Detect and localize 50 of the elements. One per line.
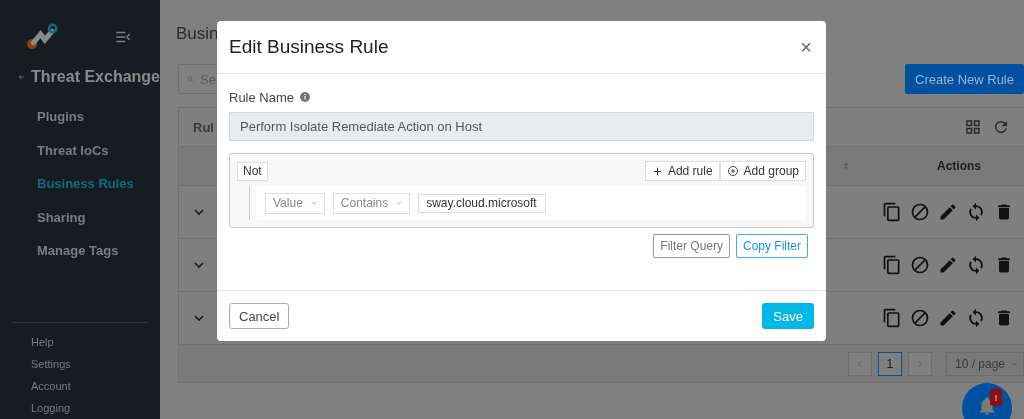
footer-link[interactable]: Settings [31,353,148,375]
plus-icon [651,165,663,177]
operator-select[interactable]: Contains [332,192,411,214]
field-label: Rule Name [229,89,295,105]
filter-query-button[interactable]: Filter Query [653,234,730,258]
pencil-icon[interactable] [938,308,958,328]
sync-icon[interactable] [966,202,986,222]
copy-icon[interactable] [882,308,902,328]
pencil-icon[interactable] [938,202,958,222]
cancel-button[interactable]: Cancel [229,303,290,329]
copy-icon[interactable] [882,202,902,222]
sync-icon[interactable] [966,308,986,328]
page-size-select[interactable]: 10 / page [945,351,1024,376]
close-button[interactable]: × [798,35,814,59]
copy-filter-button[interactable]: Copy Filter [736,234,808,258]
footer-link[interactable]: Logging [31,397,148,419]
notification-button[interactable] [962,383,1012,419]
sidebar-item[interactable]: Threat IoCs [0,133,160,167]
add-group-button[interactable]: Add group [719,161,806,181]
sidebar-item[interactable]: Plugins [0,100,160,134]
page-title: Busin [176,24,219,44]
column-header: Actions [937,159,981,173]
grid-icon[interactable] [964,118,982,136]
footer-link[interactable]: Account [31,375,148,397]
save-button[interactable]: Save [762,303,814,329]
ban-icon[interactable] [910,255,930,275]
column-header: Rul [193,119,214,135]
value-field[interactable]: sway.cloud.microsoft [418,193,547,213]
sync-icon[interactable] [966,255,986,275]
pencil-icon[interactable] [938,255,958,275]
sidebar-item[interactable]: Business Rules [0,167,160,201]
sidebar-item[interactable]: Manage Tags [0,234,160,268]
add-rule-button[interactable]: Add rule [644,161,720,181]
refresh-icon[interactable] [992,118,1010,136]
footer-link[interactable]: Help [31,331,148,353]
create-rule-button[interactable]: Create New Rule [905,64,1024,94]
page-button[interactable]: 1 [877,351,902,376]
ban-icon[interactable] [910,308,930,328]
dialog-title: Edit Business Rule [229,36,389,58]
ban-icon[interactable] [910,202,930,222]
info-icon[interactable] [299,91,312,103]
copy-icon[interactable] [882,255,902,275]
notification-badge: ! [990,389,1002,406]
section-title[interactable]: Threat Exchange [31,68,160,86]
plus-circle-icon [726,165,739,177]
sidebar-item[interactable]: Sharing [0,200,160,234]
not-toggle[interactable]: Not [237,161,268,181]
rule-name-field[interactable]: Perform Isolate Remediate Action on Host [229,112,814,141]
search-icon [187,73,195,85]
field-select[interactable]: Value [265,192,325,214]
